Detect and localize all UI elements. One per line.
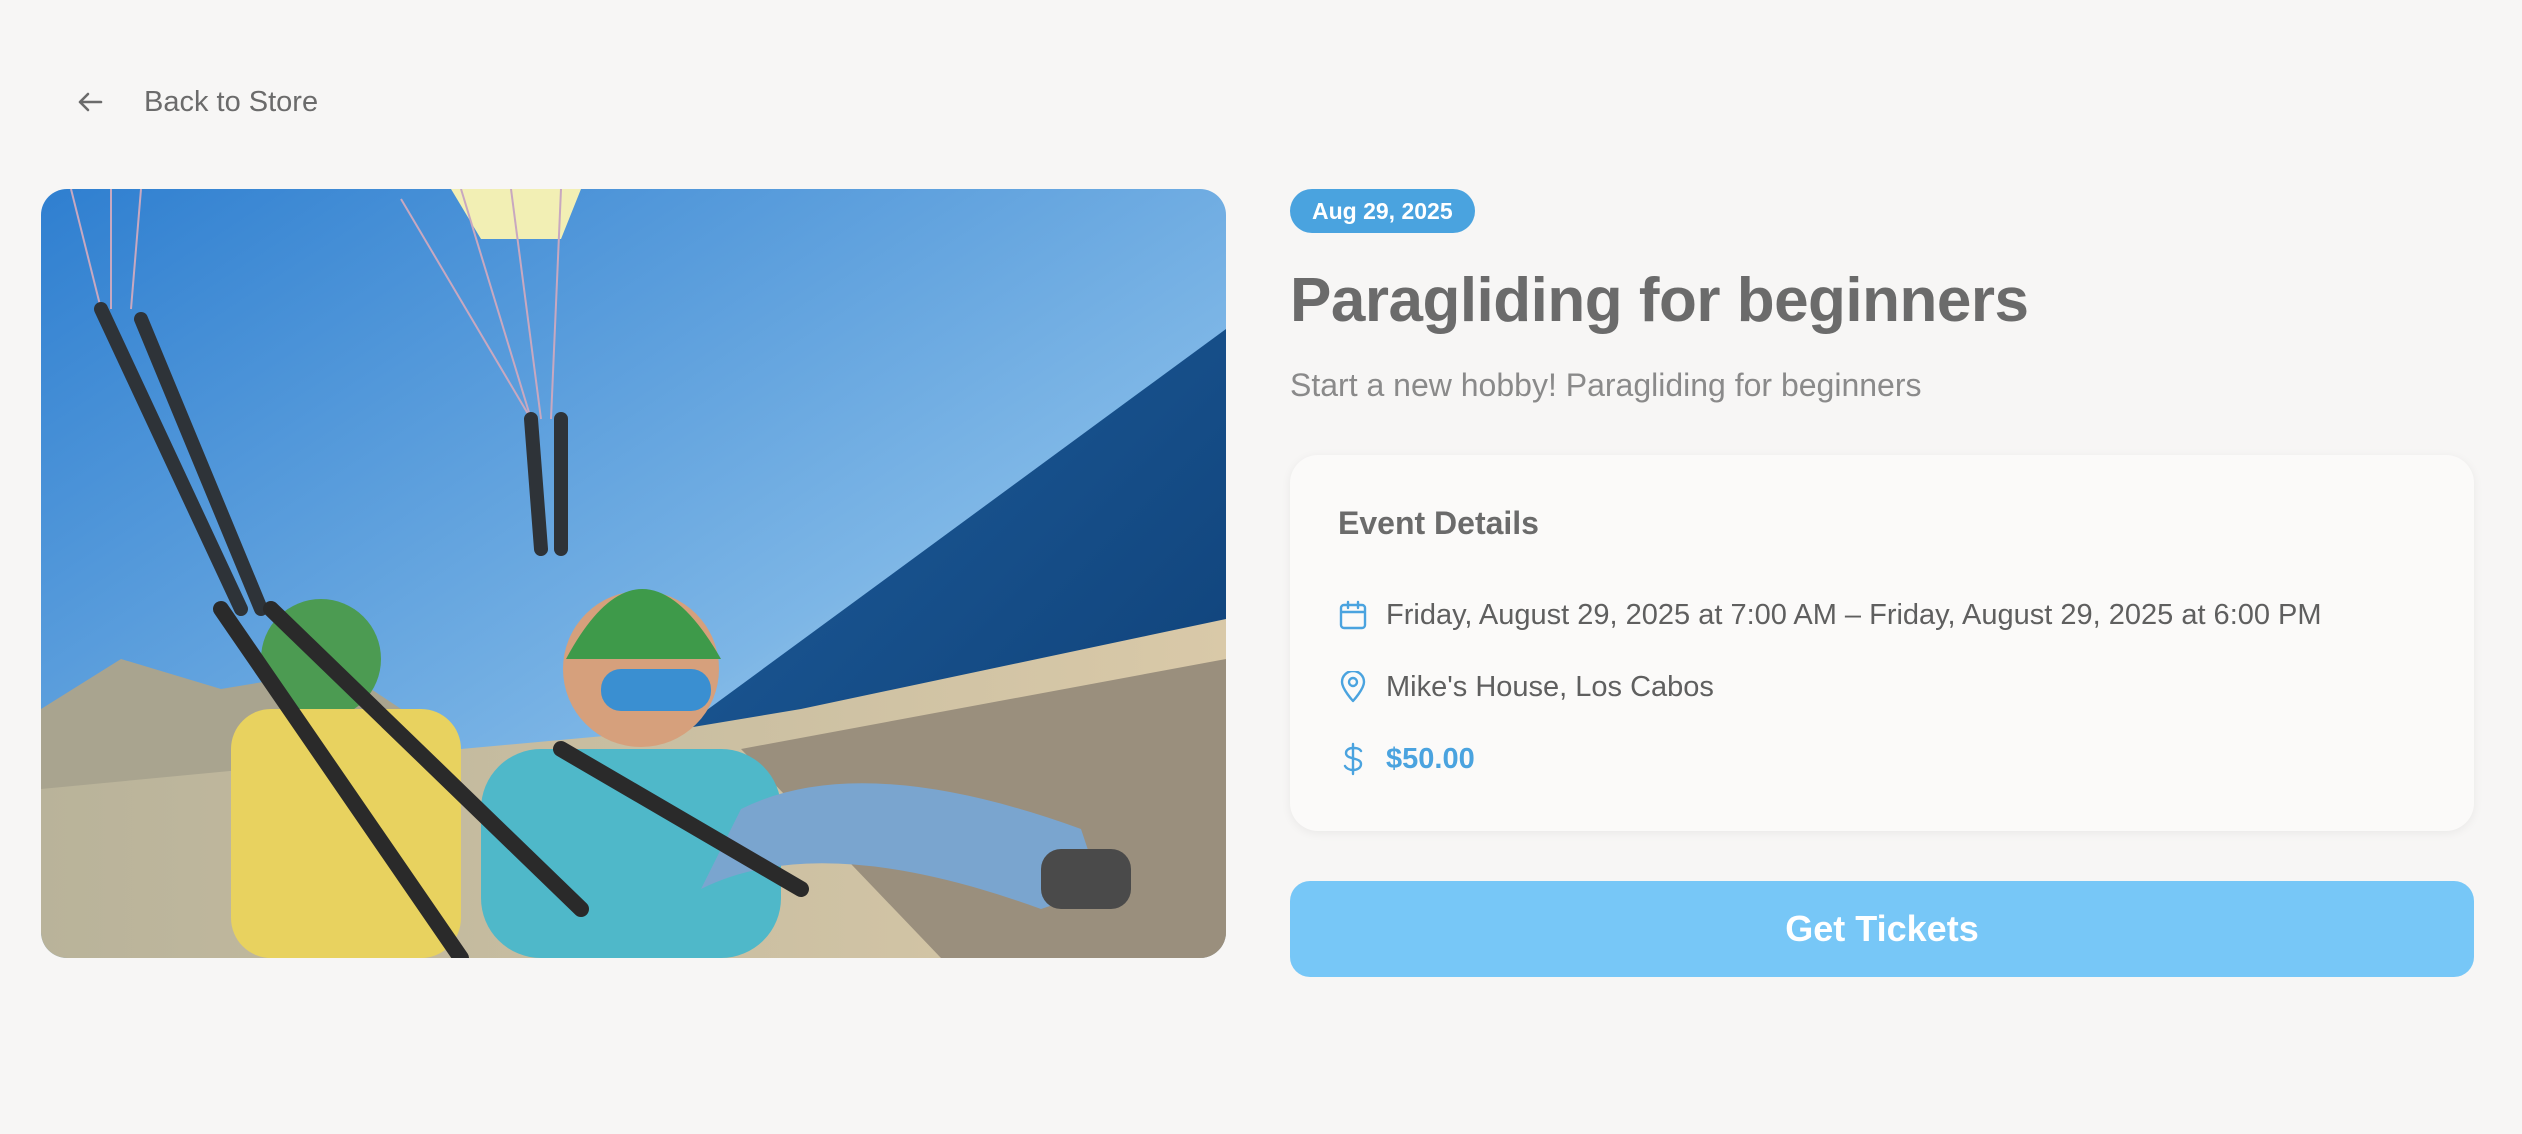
event-image [41, 189, 1226, 958]
get-tickets-button[interactable]: Get Tickets [1290, 881, 2474, 977]
calendar-icon [1338, 597, 1368, 633]
event-location-row: Mike's House, Los Cabos [1338, 667, 2426, 707]
event-price: $50.00 [1386, 742, 1475, 775]
event-title: Paragliding for beginners [1290, 266, 2029, 335]
back-to-store-link[interactable]: Back to Store [70, 78, 318, 126]
map-pin-icon [1338, 669, 1368, 705]
event-details-card: Event Details Friday, August 29, 2025 at… [1290, 455, 2474, 831]
event-details-heading: Event Details [1338, 505, 1539, 541]
event-page: Back to Store Aug 29, 2025 Paragliding f… [0, 0, 2522, 1134]
event-subtitle: Start a new hobby! Paragliding for begin… [1290, 367, 1922, 403]
event-price-row: $50.00 [1338, 739, 2426, 779]
event-info: Aug 29, 2025 Paragliding for beginners S… [1290, 189, 2474, 977]
event-datetime-row: Friday, August 29, 2025 at 7:00 AM – Fri… [1338, 595, 2426, 635]
arrow-left-icon [70, 78, 110, 126]
event-datetime: Friday, August 29, 2025 at 7:00 AM – Fri… [1386, 598, 2322, 631]
date-badge: Aug 29, 2025 [1290, 189, 1475, 233]
event-location: Mike's House, Los Cabos [1386, 670, 1714, 703]
dollar-icon [1338, 741, 1368, 777]
back-to-store-label: Back to Store [144, 85, 319, 118]
